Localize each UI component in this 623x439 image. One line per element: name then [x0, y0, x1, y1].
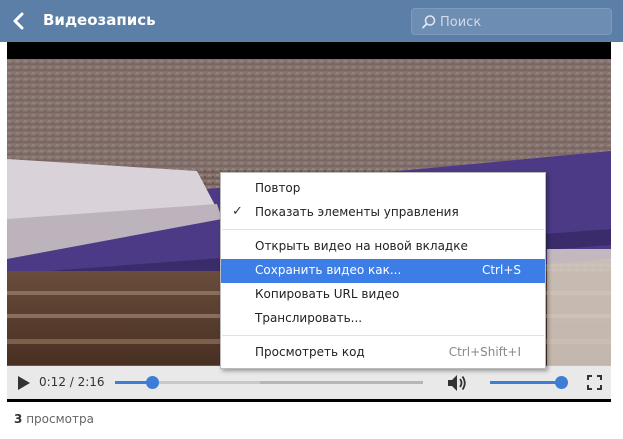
- menu-item-label: Копировать URL видео: [255, 287, 400, 301]
- context-menu: Повтор ✓ Показать элементы управления От…: [220, 172, 546, 369]
- menu-separator: [222, 335, 544, 336]
- menu-item-inspect[interactable]: Просмотреть код Ctrl+Shift+I: [221, 341, 545, 365]
- volume-button[interactable]: [446, 373, 468, 393]
- progress-bar[interactable]: [115, 376, 423, 389]
- play-button[interactable]: [17, 375, 31, 391]
- back-button[interactable]: [8, 10, 30, 32]
- volume-slider[interactable]: [490, 376, 568, 389]
- menu-item-label: Просмотреть код: [255, 345, 365, 359]
- play-icon: [18, 376, 30, 390]
- views-label: просмотра: [26, 412, 94, 426]
- player-bottom-border: [7, 399, 611, 402]
- checkmark-icon: ✓: [232, 204, 243, 219]
- menu-item-label: Открыть видео на новой вкладке: [255, 239, 468, 253]
- chevron-left-icon: [13, 12, 24, 30]
- volume-handle[interactable]: [554, 376, 568, 389]
- menu-item-shortcut: Ctrl+S: [481, 263, 521, 277]
- menu-item-label: Повтор: [255, 181, 301, 195]
- fullscreen-button[interactable]: [587, 375, 602, 390]
- time-display: 0:12 / 2:16: [39, 375, 105, 389]
- menu-item-label: Транслировать...: [255, 311, 363, 325]
- menu-item-label: Показать элементы управления: [255, 205, 459, 219]
- menu-item-save-video-as[interactable]: Сохранить видео как... Ctrl+S: [221, 259, 545, 283]
- player-controls: 0:12 / 2:16: [7, 366, 611, 401]
- video-page: Видеозапись Поиск 0:12 / 2:16 3 просмотр…: [0, 0, 623, 439]
- volume-fill: [490, 381, 561, 384]
- volume-icon: [448, 375, 466, 391]
- menu-item-show-controls[interactable]: ✓ Показать элементы управления: [221, 201, 545, 225]
- search-box[interactable]: [411, 8, 612, 35]
- menu-item-label: Сохранить видео как...: [255, 263, 402, 277]
- menu-item-cast[interactable]: Транслировать...: [221, 307, 545, 331]
- search-icon: [422, 15, 436, 29]
- menu-item-loop[interactable]: Повтор: [221, 177, 545, 201]
- view-count: 3 просмотра: [14, 412, 94, 426]
- progress-handle[interactable]: [145, 376, 159, 389]
- fullscreen-icon: [587, 375, 602, 390]
- views-number: 3: [14, 412, 23, 426]
- menu-separator: [222, 229, 544, 230]
- top-bar: Видеозапись: [0, 0, 623, 42]
- menu-item-open-in-new-tab[interactable]: Открыть видео на новой вкладке: [221, 235, 545, 259]
- menu-item-shortcut: Ctrl+Shift+I: [448, 345, 521, 359]
- search-input[interactable]: [440, 13, 605, 31]
- page-title: Видеозапись: [43, 11, 156, 29]
- menu-item-copy-video-url[interactable]: Копировать URL видео: [221, 283, 545, 307]
